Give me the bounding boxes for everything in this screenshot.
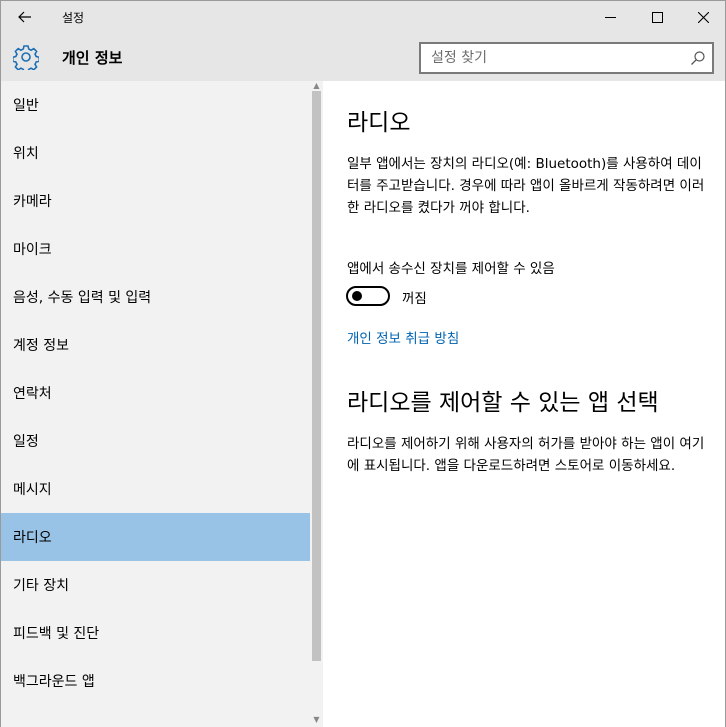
sidebar-item-label: 일정 — [13, 434, 39, 450]
close-button[interactable] — [680, 1, 726, 33]
sidebar-item-label: 마이크 — [13, 242, 52, 258]
search-box[interactable] — [419, 42, 714, 74]
title-bar: 설정 — [1, 1, 725, 33]
app-selection-description: 라디오를 제어하기 위해 사용자의 허가를 받아야 하는 앱이 여기에 표시됩니… — [347, 436, 705, 474]
sidebar-item-label: 계정 정보 — [13, 338, 69, 354]
sidebar-item-speech-inking-typing[interactable]: 음성, 수동 입력 및 입력 — [1, 273, 310, 321]
back-button[interactable] — [5, 1, 45, 33]
sidebar-item-messaging[interactable]: 메시지 — [1, 465, 310, 513]
sidebar-item-label: 기타 장치 — [13, 578, 69, 594]
sidebar-item-label: 음성, 수동 입력 및 입력 — [13, 290, 152, 306]
sidebar-item-camera[interactable]: 카메라 — [1, 177, 310, 225]
maximize-icon — [651, 11, 663, 23]
privacy-policy-link[interactable]: 개인 정보 취급 방침 — [347, 327, 459, 347]
sidebar-item-label: 일반 — [13, 98, 39, 114]
page-title: 개인 정보 — [62, 49, 123, 67]
close-icon — [697, 11, 709, 23]
search-icon[interactable] — [690, 50, 706, 66]
settings-window: 설정 개인 정보 설정 찾기 일반 위치 카메라 마이크 음성, 수동 입력 및… — [0, 0, 726, 727]
minimize-button[interactable] — [587, 1, 633, 33]
section-heading: 라디오 — [347, 110, 411, 136]
search-input[interactable] — [421, 44, 681, 72]
sidebar-item-other-devices[interactable]: 기타 장치 — [1, 561, 310, 609]
sidebar-item-label: 위치 — [13, 146, 39, 162]
sidebar-item-calendar[interactable]: 일정 — [1, 417, 310, 465]
toggle-label: 앱에서 송수신 장치를 제어할 수 있음 — [347, 261, 555, 277]
sidebar-item-feedback-diagnostics[interactable]: 피드백 및 진단 — [1, 609, 310, 657]
sidebar-item-label: 메시지 — [13, 482, 52, 498]
sidebar-item-label: 연락처 — [13, 386, 52, 402]
sidebar-item-location[interactable]: 위치 — [1, 129, 310, 177]
sidebar-item-label: 라디오 — [13, 530, 52, 546]
sidebar-nav: 일반 위치 카메라 마이크 음성, 수동 입력 및 입력 계정 정보 연락처 일… — [1, 81, 323, 727]
sidebar-scrollbar[interactable]: ▲ ▼ — [310, 81, 323, 727]
back-arrow-icon — [18, 11, 31, 23]
scroll-down-icon[interactable]: ▼ — [312, 715, 321, 725]
sidebar-item-label: 피드백 및 진단 — [13, 626, 100, 642]
radio-control-toggle[interactable] — [346, 286, 390, 306]
scroll-up-icon[interactable]: ▲ — [312, 81, 321, 91]
sidebar-item-label: 백그라운드 앱 — [13, 674, 95, 690]
window-title: 설정 — [62, 11, 85, 25]
sidebar-item-microphone[interactable]: 마이크 — [1, 225, 310, 273]
section-description: 일부 앱에서는 장치의 라디오(예: Bluetooth)를 사용하여 데이터를… — [347, 156, 705, 216]
app-selection-heading: 라디오를 제어할 수 있는 앱 선택 — [347, 390, 659, 416]
maximize-button[interactable] — [634, 1, 680, 33]
sidebar-item-general[interactable]: 일반 — [1, 81, 310, 129]
sidebar-item-radios[interactable]: 라디오 — [1, 513, 310, 561]
sidebar-item-account-info[interactable]: 계정 정보 — [1, 321, 310, 369]
toggle-state-text: 꺼짐 — [402, 291, 427, 307]
minimize-icon — [604, 16, 616, 18]
settings-header: 개인 정보 — [1, 33, 725, 81]
toggle-knob — [352, 291, 362, 301]
sidebar-item-contacts[interactable]: 연락처 — [1, 369, 310, 417]
sidebar-item-background-apps[interactable]: 백그라운드 앱 — [1, 657, 310, 705]
sidebar-item-label: 카메라 — [13, 194, 52, 210]
main-content: 라디오 일부 앱에서는 장치의 라디오(예: Bluetooth)를 사용하여 … — [323, 81, 725, 727]
gear-icon — [13, 45, 39, 70]
scrollbar-thumb[interactable] — [312, 91, 321, 661]
